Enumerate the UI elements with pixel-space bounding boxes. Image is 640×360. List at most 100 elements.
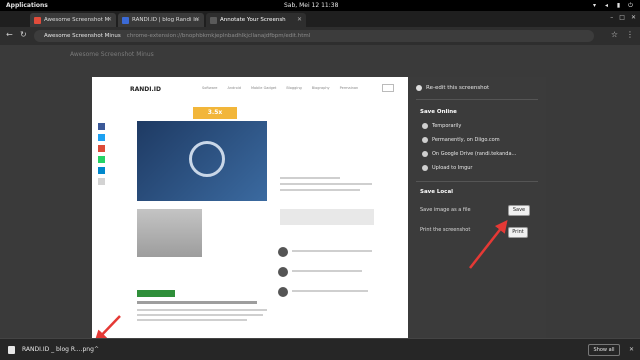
chevron-up-icon[interactable]: ^ [94,339,99,360]
re-edit-label: Re-edit this screenshot [426,85,490,91]
tab-close-icon[interactable]: ✕ [297,13,302,27]
url-text: chrome-extension://bnophbkmkjeplnbadhlkj… [126,33,311,39]
file-icon [8,346,15,354]
toolbar-right: ☆ ⋮ [611,30,634,39]
more-share-icon [98,178,105,185]
preview-text [292,250,372,252]
window-close-icon[interactable]: ✕ [631,14,636,21]
preview-hero-image: 3.5x [137,107,267,201]
screenshot-preview[interactable]: RANDI.ID Software Android Mobile Gadget … [92,77,408,339]
twitter-share-icon [98,134,105,141]
preview-nav: Software Android Mobile Gadget Blogging … [202,86,358,90]
panel-divider [416,181,538,182]
re-edit-icon [416,85,422,91]
save-diigo[interactable]: Permanently, on Diigo.com [422,137,500,143]
save-online-heading: Save Online [420,109,457,115]
address-bar-row: ← ↻ Awesome Screenshot Minus chrome-exten… [0,27,640,45]
show-all-button[interactable]: Show all [588,344,620,356]
telegram-share-icon [98,167,105,174]
upload-imgur-label: Upload to Imgur [432,165,473,171]
facebook-share-icon [98,123,105,130]
network-icon[interactable]: ▾ [591,0,598,11]
preview-thumb [278,267,288,277]
preview-nav-item: Blogging [286,86,302,90]
reload-icon[interactable]: ↻ [20,30,27,39]
download-item[interactable]: RANDI.ID _ blog R....png [22,339,94,360]
preview-text [137,309,267,311]
preview-nav-item: Biography [311,86,330,90]
volume-icon[interactable]: ◂ [603,0,610,11]
save-diigo-label: Permanently, on Diigo.com [432,137,500,143]
preview-thumb [278,247,288,257]
tab-title: RANDI.ID | blog Randi In [132,17,199,23]
save-button[interactable]: Save [508,205,530,216]
menu-icon[interactable]: ⋮ [626,30,634,39]
google-drive-icon [422,151,428,157]
system-tray[interactable]: ▾ ◂ ▮ ⏻ [591,0,634,11]
link-icon [422,123,428,129]
preview-nav-item: Permainan [339,86,359,90]
back-icon[interactable]: ← [6,30,13,39]
imgur-icon [422,165,428,171]
panel-divider [416,99,538,100]
preview-text [137,314,263,316]
upload-imgur[interactable]: Upload to Imgur [422,165,472,171]
address-bar[interactable]: Awesome Screenshot Minus chrome-extension… [34,30,594,42]
save-temporarily-label: Temporarily [432,123,462,129]
preview-side-banner [280,209,374,225]
maximize-icon[interactable]: □ [619,14,625,21]
preview-banner: 3.5x [193,107,237,119]
preview-nav-item: Mobile Gadget [250,86,277,90]
preview-text [280,177,340,179]
whatsapp-share-icon [98,156,105,163]
tab-favicon-icon [210,17,217,24]
battery-icon[interactable]: ▮ [615,0,622,11]
bookmark-star-icon[interactable]: ☆ [611,30,618,39]
window-controls: – □ ✕ [610,14,636,21]
tab-title: Awesome Screenshot M [44,17,110,23]
tab-randi-blog[interactable]: RANDI.ID | blog Randi In ✕ [118,13,204,27]
power-menu-icon[interactable]: ⏻ [627,0,634,11]
preview-category-tag [137,290,175,297]
preview-nav-item: Android [227,86,241,90]
preview-text [137,319,247,321]
google-share-icon [98,145,105,152]
download-arrow-icon [189,141,225,177]
print-label: Print the screenshot [420,227,471,233]
save-as-file-label: Save image as a file [420,207,471,213]
tab-annotate[interactable]: Annotate Your Screensh ✕ [206,13,306,27]
browser-tab-strip: Awesome Screenshot M ✕ RANDI.ID | blog R… [0,11,640,27]
save-google-drive[interactable]: On Google Drive (randi.tekanda... [422,151,516,157]
tab-awesome-screenshot[interactable]: Awesome Screenshot M ✕ [30,13,116,27]
tab-close-icon[interactable]: ✕ [107,13,112,27]
re-edit-link[interactable]: Re-edit this screenshot [416,85,489,91]
save-google-drive-label: On Google Drive (randi.tekanda... [432,151,517,157]
applications-menu[interactable]: Applications [6,0,48,11]
system-top-bar: Applications Sab, Mei 12 11:38 ▾ ◂ ▮ ⏻ [0,0,640,11]
editor-side-panel: Re-edit this screenshot Save Online Temp… [408,77,546,339]
tab-title: Annotate Your Screensh [220,17,286,23]
extension-name: Awesome Screenshot Minus [44,33,121,39]
download-shelf: RANDI.ID _ blog R....png ^ Show all ✕ [0,338,640,360]
preview-heading [137,301,257,304]
preview-search-icon [382,84,394,92]
preview-text [280,183,372,185]
print-button[interactable]: Print [508,227,528,238]
tab-close-icon[interactable]: ✕ [195,13,200,27]
preview-text [292,270,362,272]
close-shelf-icon[interactable]: ✕ [629,339,634,360]
background-title: Awesome Screenshot Minus [70,51,154,58]
save-temporarily[interactable]: Temporarily [422,123,461,129]
preview-thumb [278,287,288,297]
tab-favicon-icon [34,17,41,24]
preview-text [280,189,360,191]
clock[interactable]: Sab, Mei 12 11:38 [284,0,338,11]
preview-text [292,290,368,292]
minimize-icon[interactable]: – [610,14,613,21]
save-local-heading: Save Local [420,189,454,195]
tab-favicon-icon [122,17,129,24]
diigo-icon [422,137,428,143]
preview-nav-item: Software [202,86,218,90]
preview-logo: RANDI.ID [130,86,161,93]
preview-ad-image [137,209,202,257]
